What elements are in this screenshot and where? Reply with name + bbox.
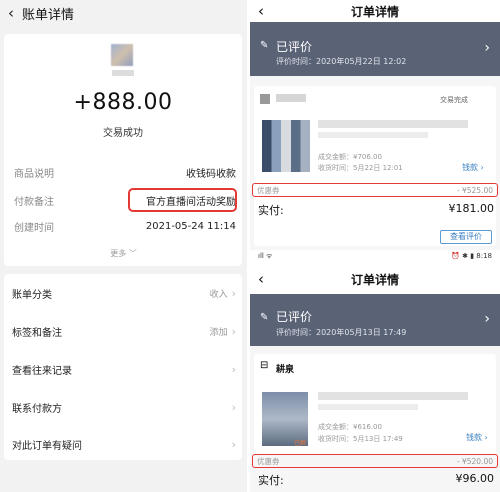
menu-item-history[interactable]: 查看往来记录 › <box>12 360 236 378</box>
avatar <box>111 44 133 66</box>
transaction-status: 交易成功 <box>103 128 143 139</box>
coupon-label: 优惠券 <box>257 456 280 466</box>
status-right: ⏰ ✱ ▮ 8:18 <box>451 252 492 260</box>
row-value: 收钱码收款 <box>186 168 236 180</box>
coupon-label: 优惠券 <box>257 185 280 195</box>
order-detail-top: ‹ 订单详情 ✎ 已评价 评价时间：2020年05月22日 12:02 › 交易… <box>250 0 500 262</box>
chevron-right-icon: › <box>231 362 236 376</box>
menu-label: 标签和备注 <box>12 327 62 339</box>
page-title: 账单详情 <box>22 7 75 23</box>
remark-highlight-box <box>128 188 237 212</box>
actual-label: 实付: <box>258 474 284 487</box>
menu-label: 对此订单有疑问 <box>12 440 82 452</box>
view-review-button[interactable]: 查看评价 <box>440 230 492 244</box>
coupon-highlight-row: 优惠券 - ¥525.00 <box>252 183 498 197</box>
menu-value: 收入 <box>209 289 228 300</box>
action-menu: 账单分类 收入 › 标签和备注 添加 › 查看往来记录 › 联系付款方 › 对此订单… <box>4 274 242 460</box>
product-tag: 已解 <box>294 440 307 447</box>
detail-row-item: 商品说明 收钱码收款 <box>14 164 236 180</box>
coupon-value: - ¥525.00 <box>456 185 493 195</box>
chevron-right-icon: › <box>231 400 236 414</box>
store-name <box>276 94 306 102</box>
header: ‹ 订单详情 <box>250 0 500 22</box>
payer-name <box>112 70 134 76</box>
menu-item-category[interactable]: 账单分类 收入 › <box>12 284 236 302</box>
actual-label: 实付: <box>258 204 284 217</box>
chevron-right-icon: › <box>231 324 236 338</box>
actual-paid-row: 实付: ¥96.00 <box>258 472 494 488</box>
row-label: 商品说明 <box>14 168 54 180</box>
menu-value: 添加 <box>209 327 228 338</box>
menu-label: 查看往来记录 <box>12 365 72 377</box>
pen-icon: ✎ <box>260 40 269 51</box>
menu-label: 联系付款方 <box>12 403 62 415</box>
bill-detail-panel: ‹ 账单详情 +888.00 交易成功 商品说明 收钱码收款 付款备注 官方直播… <box>0 0 247 492</box>
coupon-value: - ¥520.00 <box>456 456 493 466</box>
page-title: 订单详情 <box>350 4 399 19</box>
actual-value: ¥96.00 <box>455 472 495 485</box>
status-bar: ıll ᯤ ⏰ ✱ ▮ 8:18 <box>250 250 500 262</box>
chevron-right-icon: › <box>231 437 236 451</box>
deal-amount: 成交金额：¥706.00 <box>318 153 382 161</box>
product-title <box>318 120 468 128</box>
header: ‹ 账单详情 <box>0 0 247 26</box>
review-time: 评价时间：2020年05月13日 17:49 <box>276 328 407 337</box>
review-status: 已评价 <box>276 310 313 324</box>
coupon-highlight-row: 优惠券 - ¥520.00 <box>252 454 498 468</box>
review-banner[interactable]: ✎ 已评价 评价时间：2020年05月13日 17:49 › <box>250 294 500 346</box>
receive-time: 收货时间：5月22日 12:01 <box>318 164 403 172</box>
actual-value: ¥181.00 <box>448 202 495 215</box>
chevron-right-icon: › <box>484 311 490 327</box>
product-spec <box>318 132 428 138</box>
menu-item-tags[interactable]: 标签和备注 添加 › <box>12 322 236 340</box>
deal-amount: 成交金额：¥616.00 <box>318 423 382 431</box>
transaction-amount: +888.00 <box>73 90 173 115</box>
trade-status: 交易完成 <box>440 96 468 104</box>
review-status: 已评价 <box>276 40 313 54</box>
store-icon: ⊟ <box>260 360 269 371</box>
menu-label: 账单分类 <box>12 289 52 301</box>
page-title: 订单详情 <box>350 272 399 287</box>
row-label: 付款备注 <box>14 196 54 208</box>
back-icon[interactable]: ‹ <box>258 270 264 288</box>
refund-link[interactable]: 钱款 › <box>466 432 488 443</box>
store-icon <box>260 94 270 104</box>
product-image[interactable] <box>262 120 310 172</box>
signal-icon: ıll ᯤ <box>258 251 273 260</box>
transaction-card: +888.00 交易成功 商品说明 收钱码收款 付款备注 官方直播间活动奖励 创… <box>4 34 242 266</box>
product-spec <box>318 404 418 410</box>
more-toggle[interactable]: 更多 ﹀ <box>0 248 247 259</box>
header: ‹ 订单详情 <box>250 264 500 294</box>
order-detail-bottom: ‹ 订单详情 ✎ 已评价 评价时间：2020年05月13日 17:49 › ⊟ … <box>250 264 500 492</box>
review-time: 评价时间：2020年05月22日 12:02 <box>276 57 407 66</box>
order-card: ⊟ 耕泉 已解 成交金额：¥616.00 收货时间：5月13日 17:49 钱款… <box>254 354 496 454</box>
chevron-right-icon: › <box>231 286 236 300</box>
chevron-right-icon: › <box>484 40 490 56</box>
menu-item-contact[interactable]: 联系付款方 › <box>12 398 236 416</box>
back-icon[interactable]: ‹ <box>258 2 264 20</box>
receive-time: 收货时间：5月13日 17:49 <box>318 435 403 443</box>
review-banner[interactable]: ✎ 已评价 评价时间：2020年05月22日 12:02 › <box>250 22 500 76</box>
actual-paid-row: 实付: ¥181.00 <box>258 202 494 218</box>
refund-link[interactable]: 钱款 › <box>462 162 484 173</box>
order-card: 交易完成 成交金额：¥706.00 收货时间：5月22日 12:01 钱款 › <box>254 86 496 246</box>
store-name[interactable]: 耕泉 <box>276 362 294 375</box>
row-value: 2021-05-24 11:14 <box>145 220 236 232</box>
product-title <box>318 392 468 400</box>
row-label: 创建时间 <box>14 222 54 234</box>
back-icon[interactable]: ‹ <box>0 4 22 22</box>
detail-row-time: 创建时间 2021-05-24 11:14 <box>14 218 236 234</box>
menu-item-question[interactable]: 对此订单有疑问 › <box>12 435 236 453</box>
pen-icon: ✎ <box>260 312 269 323</box>
